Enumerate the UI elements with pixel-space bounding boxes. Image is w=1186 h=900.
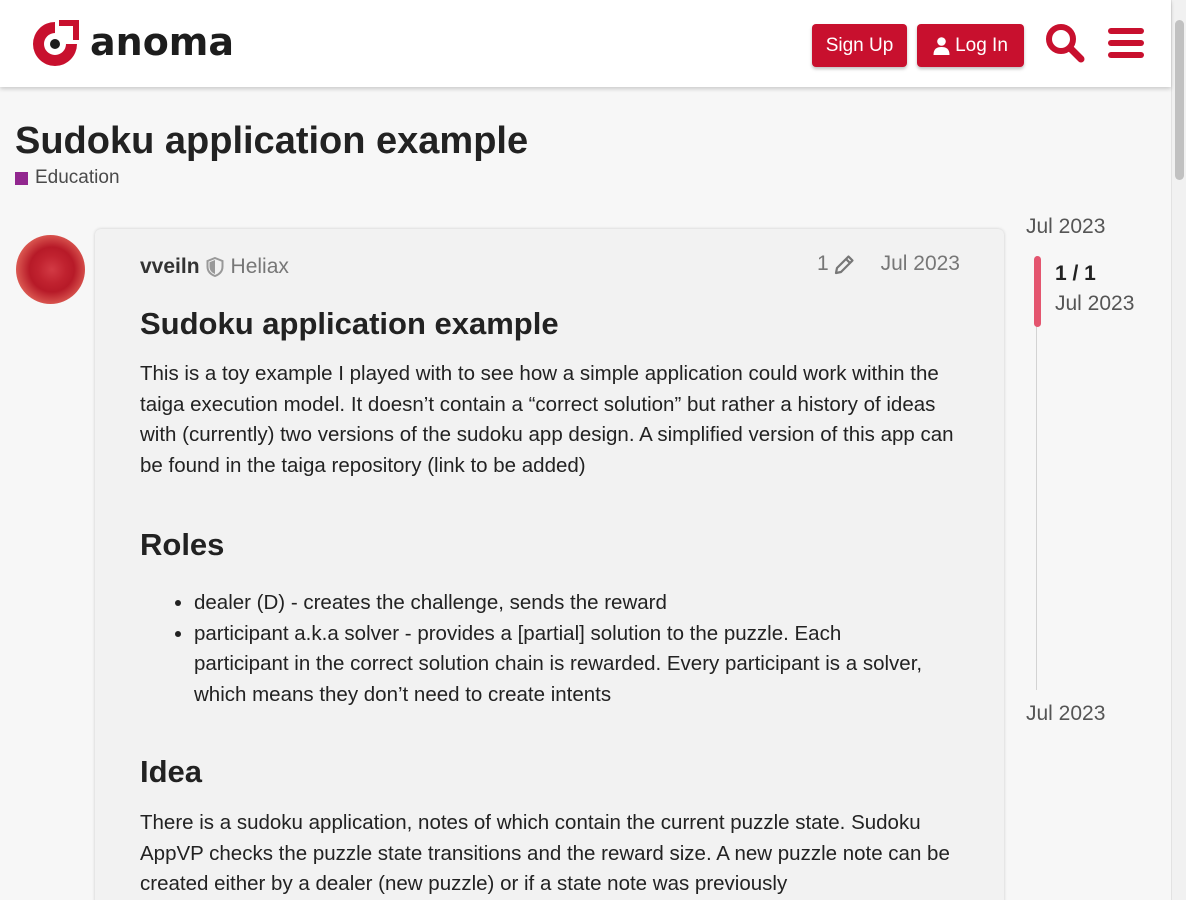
post-username[interactable]: vveiln: [140, 255, 200, 279]
category-badge[interactable]: Education: [15, 167, 120, 189]
topic-title[interactable]: Sudoku application example: [15, 120, 528, 163]
roles-heading: Roles: [140, 527, 225, 562]
logo-text: anoma: [90, 20, 235, 64]
search-icon[interactable]: [1045, 23, 1085, 63]
idea-heading: Idea: [140, 754, 203, 789]
page-scrollbar[interactable]: [1171, 0, 1186, 900]
timeline-start-date[interactable]: Jul 2023: [1026, 215, 1105, 239]
post-intro: This is a toy example I played with to s…: [140, 362, 954, 477]
timeline-end-date[interactable]: Jul 2023: [1026, 702, 1105, 726]
site-header: anoma Sign Up Log In: [0, 0, 1171, 87]
user-icon: [933, 36, 950, 55]
sign-up-button[interactable]: Sign Up: [812, 24, 907, 67]
timeline-scroll-handle[interactable]: [1034, 256, 1041, 327]
idea-paragraph: There is a sudoku application, notes of …: [140, 811, 950, 895]
timeline-position: 1 / 1: [1055, 262, 1096, 285]
post-date[interactable]: Jul 2023: [881, 252, 960, 276]
user-title: Heliax: [230, 255, 289, 278]
sign-up-label: Sign Up: [825, 34, 894, 56]
post-body: Sudoku application example This is a toy…: [140, 305, 970, 895]
edit-history-button[interactable]: 1: [817, 252, 856, 276]
log-in-label: Log In: [955, 34, 1008, 56]
list-item: dealer (D) - creates the challenge, send…: [194, 588, 940, 619]
timeline-current-date: Jul 2023: [1055, 292, 1135, 315]
anoma-logo-icon: [33, 18, 81, 66]
site-logo[interactable]: anoma: [29, 18, 234, 70]
hamburger-menu-icon[interactable]: [1108, 27, 1144, 59]
post-meta: vveiln Heliax 1 Jul 2023: [140, 252, 960, 282]
list-item: participant a.k.a solver - provides a [p…: [194, 619, 940, 711]
edit-count: 1: [817, 252, 829, 275]
user-avatar[interactable]: [16, 235, 85, 304]
category-color-swatch: [15, 171, 28, 185]
moderator-shield-icon: [206, 257, 224, 277]
roles-list: dealer (D) - creates the challenge, send…: [140, 588, 940, 710]
log-in-button[interactable]: Log In: [917, 24, 1024, 67]
scrollbar-thumb[interactable]: [1175, 20, 1184, 180]
pencil-icon: [834, 255, 854, 275]
post-heading: Sudoku application example: [140, 306, 559, 341]
category-label: Education: [35, 167, 120, 188]
